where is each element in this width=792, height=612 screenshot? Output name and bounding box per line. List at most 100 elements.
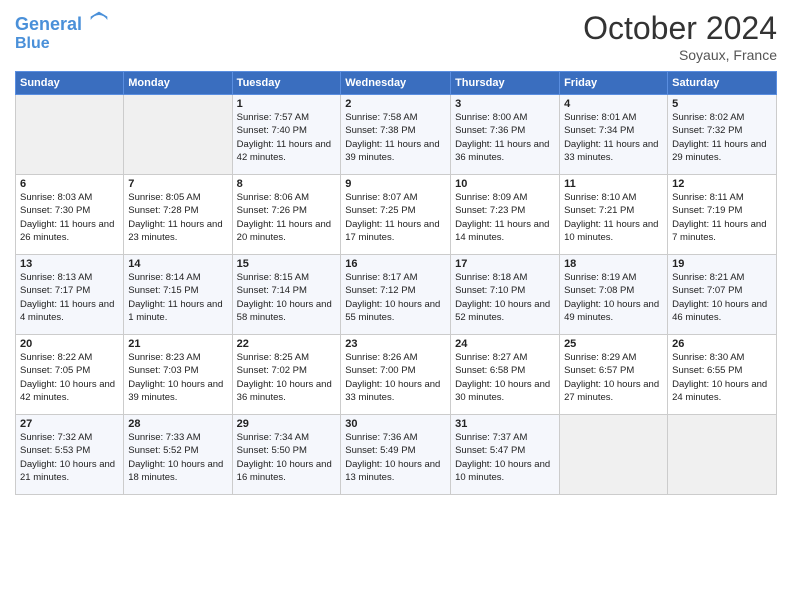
calendar-week-row: 20Sunrise: 8:22 AM Sunset: 7:05 PM Dayli…	[16, 335, 777, 415]
table-row: 20Sunrise: 8:22 AM Sunset: 7:05 PM Dayli…	[16, 335, 124, 415]
day-info: Sunrise: 7:37 AM Sunset: 5:47 PM Dayligh…	[455, 431, 555, 484]
page-container: General Blue October 2024 Soyaux, France…	[0, 0, 792, 505]
table-row: 19Sunrise: 8:21 AM Sunset: 7:07 PM Dayli…	[668, 255, 777, 335]
table-row	[668, 415, 777, 495]
day-number: 23	[345, 338, 446, 350]
day-info: Sunrise: 8:29 AM Sunset: 6:57 PM Dayligh…	[564, 351, 663, 404]
day-number: 22	[237, 338, 337, 350]
table-row	[16, 95, 124, 175]
col-wednesday: Wednesday	[341, 72, 451, 95]
day-number: 19	[672, 258, 772, 270]
logo-text: General	[15, 10, 109, 35]
day-number: 26	[672, 338, 772, 350]
table-row: 11Sunrise: 8:10 AM Sunset: 7:21 PM Dayli…	[560, 175, 668, 255]
day-number: 3	[455, 98, 555, 110]
table-row: 31Sunrise: 7:37 AM Sunset: 5:47 PM Dayli…	[451, 415, 560, 495]
day-number: 20	[20, 338, 119, 350]
day-number: 10	[455, 178, 555, 190]
day-number: 2	[345, 98, 446, 110]
table-row: 16Sunrise: 8:17 AM Sunset: 7:12 PM Dayli…	[341, 255, 451, 335]
day-info: Sunrise: 8:02 AM Sunset: 7:32 PM Dayligh…	[672, 111, 772, 164]
table-row: 24Sunrise: 8:27 AM Sunset: 6:58 PM Dayli…	[451, 335, 560, 415]
col-sunday: Sunday	[16, 72, 124, 95]
calendar-header-row: Sunday Monday Tuesday Wednesday Thursday…	[16, 72, 777, 95]
logo: General Blue	[15, 10, 109, 52]
day-info: Sunrise: 8:23 AM Sunset: 7:03 PM Dayligh…	[128, 351, 227, 404]
day-info: Sunrise: 7:32 AM Sunset: 5:53 PM Dayligh…	[20, 431, 119, 484]
logo-icon	[89, 10, 109, 30]
day-number: 7	[128, 178, 227, 190]
day-number: 11	[564, 178, 663, 190]
day-info: Sunrise: 8:22 AM Sunset: 7:05 PM Dayligh…	[20, 351, 119, 404]
table-row: 14Sunrise: 8:14 AM Sunset: 7:15 PM Dayli…	[124, 255, 232, 335]
day-info: Sunrise: 8:18 AM Sunset: 7:10 PM Dayligh…	[455, 271, 555, 324]
calendar-table: Sunday Monday Tuesday Wednesday Thursday…	[15, 71, 777, 495]
logo-text-blue: Blue	[15, 35, 109, 53]
table-row: 21Sunrise: 8:23 AM Sunset: 7:03 PM Dayli…	[124, 335, 232, 415]
day-number: 24	[455, 338, 555, 350]
page-header: General Blue October 2024 Soyaux, France	[15, 10, 777, 63]
day-info: Sunrise: 8:19 AM Sunset: 7:08 PM Dayligh…	[564, 271, 663, 324]
table-row: 8Sunrise: 8:06 AM Sunset: 7:26 PM Daylig…	[232, 175, 341, 255]
day-info: Sunrise: 8:13 AM Sunset: 7:17 PM Dayligh…	[20, 271, 119, 324]
table-row: 10Sunrise: 8:09 AM Sunset: 7:23 PM Dayli…	[451, 175, 560, 255]
col-friday: Friday	[560, 72, 668, 95]
table-row: 7Sunrise: 8:05 AM Sunset: 7:28 PM Daylig…	[124, 175, 232, 255]
day-info: Sunrise: 8:25 AM Sunset: 7:02 PM Dayligh…	[237, 351, 337, 404]
day-number: 21	[128, 338, 227, 350]
day-number: 6	[20, 178, 119, 190]
col-saturday: Saturday	[668, 72, 777, 95]
table-row: 28Sunrise: 7:33 AM Sunset: 5:52 PM Dayli…	[124, 415, 232, 495]
day-info: Sunrise: 7:58 AM Sunset: 7:38 PM Dayligh…	[345, 111, 446, 164]
table-row: 17Sunrise: 8:18 AM Sunset: 7:10 PM Dayli…	[451, 255, 560, 335]
day-number: 4	[564, 98, 663, 110]
table-row: 9Sunrise: 8:07 AM Sunset: 7:25 PM Daylig…	[341, 175, 451, 255]
day-info: Sunrise: 8:11 AM Sunset: 7:19 PM Dayligh…	[672, 191, 772, 244]
day-info: Sunrise: 8:14 AM Sunset: 7:15 PM Dayligh…	[128, 271, 227, 324]
table-row: 27Sunrise: 7:32 AM Sunset: 5:53 PM Dayli…	[16, 415, 124, 495]
day-number: 29	[237, 418, 337, 430]
day-number: 30	[345, 418, 446, 430]
table-row: 18Sunrise: 8:19 AM Sunset: 7:08 PM Dayli…	[560, 255, 668, 335]
day-info: Sunrise: 7:33 AM Sunset: 5:52 PM Dayligh…	[128, 431, 227, 484]
table-row: 22Sunrise: 8:25 AM Sunset: 7:02 PM Dayli…	[232, 335, 341, 415]
col-tuesday: Tuesday	[232, 72, 341, 95]
day-number: 27	[20, 418, 119, 430]
day-number: 5	[672, 98, 772, 110]
day-info: Sunrise: 8:26 AM Sunset: 7:00 PM Dayligh…	[345, 351, 446, 404]
col-thursday: Thursday	[451, 72, 560, 95]
day-number: 31	[455, 418, 555, 430]
calendar-week-row: 6Sunrise: 8:03 AM Sunset: 7:30 PM Daylig…	[16, 175, 777, 255]
table-row: 1Sunrise: 7:57 AM Sunset: 7:40 PM Daylig…	[232, 95, 341, 175]
day-number: 13	[20, 258, 119, 270]
day-number: 14	[128, 258, 227, 270]
day-info: Sunrise: 8:03 AM Sunset: 7:30 PM Dayligh…	[20, 191, 119, 244]
table-row	[560, 415, 668, 495]
table-row: 6Sunrise: 8:03 AM Sunset: 7:30 PM Daylig…	[16, 175, 124, 255]
month-title: October 2024	[583, 10, 777, 47]
day-info: Sunrise: 8:05 AM Sunset: 7:28 PM Dayligh…	[128, 191, 227, 244]
day-number: 17	[455, 258, 555, 270]
calendar-body: 1Sunrise: 7:57 AM Sunset: 7:40 PM Daylig…	[16, 95, 777, 495]
table-row: 29Sunrise: 7:34 AM Sunset: 5:50 PM Dayli…	[232, 415, 341, 495]
table-row: 2Sunrise: 7:58 AM Sunset: 7:38 PM Daylig…	[341, 95, 451, 175]
day-info: Sunrise: 8:17 AM Sunset: 7:12 PM Dayligh…	[345, 271, 446, 324]
day-info: Sunrise: 8:09 AM Sunset: 7:23 PM Dayligh…	[455, 191, 555, 244]
day-number: 28	[128, 418, 227, 430]
day-info: Sunrise: 8:21 AM Sunset: 7:07 PM Dayligh…	[672, 271, 772, 324]
col-monday: Monday	[124, 72, 232, 95]
day-number: 1	[237, 98, 337, 110]
table-row: 4Sunrise: 8:01 AM Sunset: 7:34 PM Daylig…	[560, 95, 668, 175]
table-row: 25Sunrise: 8:29 AM Sunset: 6:57 PM Dayli…	[560, 335, 668, 415]
day-info: Sunrise: 7:57 AM Sunset: 7:40 PM Dayligh…	[237, 111, 337, 164]
table-row	[124, 95, 232, 175]
table-row: 3Sunrise: 8:00 AM Sunset: 7:36 PM Daylig…	[451, 95, 560, 175]
day-number: 16	[345, 258, 446, 270]
day-number: 8	[237, 178, 337, 190]
day-number: 12	[672, 178, 772, 190]
day-info: Sunrise: 8:10 AM Sunset: 7:21 PM Dayligh…	[564, 191, 663, 244]
calendar-week-row: 1Sunrise: 7:57 AM Sunset: 7:40 PM Daylig…	[16, 95, 777, 175]
location-subtitle: Soyaux, France	[583, 47, 777, 63]
day-info: Sunrise: 8:27 AM Sunset: 6:58 PM Dayligh…	[455, 351, 555, 404]
day-info: Sunrise: 8:06 AM Sunset: 7:26 PM Dayligh…	[237, 191, 337, 244]
